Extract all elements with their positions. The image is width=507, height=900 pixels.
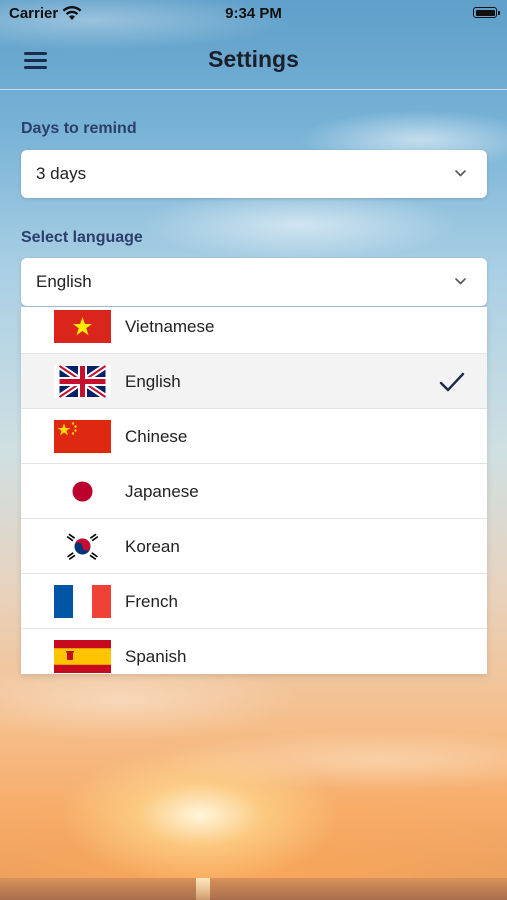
japan-flag-icon — [54, 475, 111, 508]
uk-flag-icon — [54, 365, 111, 398]
language-option-label: Korean — [125, 537, 180, 556]
sea-background — [0, 878, 507, 900]
language-option-korean[interactable]: Korean — [21, 519, 487, 574]
page-title: Settings — [208, 46, 299, 72]
days-to-remind-select[interactable]: 3 days — [21, 150, 487, 198]
chevron-down-icon — [455, 278, 466, 285]
days-to-remind-label: Days to remind — [21, 120, 137, 137]
clock: 9:34 PM — [225, 5, 282, 22]
language-option-japanese[interactable]: Japanese — [21, 464, 487, 519]
language-option-spanish[interactable]: Spanish — [21, 629, 487, 674]
language-option-label: Spanish — [125, 647, 187, 666]
language-option-label: Vietnamese — [125, 317, 215, 336]
france-flag-icon — [54, 585, 111, 618]
select-language-label: Select language — [21, 229, 143, 246]
checkmark-icon — [439, 372, 465, 392]
china-flag-icon — [54, 420, 111, 453]
language-option-english[interactable]: English — [21, 354, 487, 409]
vietnam-flag-icon — [54, 310, 111, 343]
korea-flag-icon — [54, 530, 111, 563]
language-option-label: Chinese — [125, 427, 188, 446]
language-option-label: French — [125, 592, 178, 611]
navigation-bar: Settings — [0, 28, 507, 90]
language-option-chinese[interactable]: Chinese — [21, 409, 487, 464]
language-select[interactable]: English — [21, 258, 487, 306]
days-to-remind-value: 3 days — [36, 164, 87, 183]
status-bar: Carrier 9:34 PM — [0, 0, 507, 28]
language-dropdown-list[interactable]: Vietnamese English Chinese Japanese Kore… — [21, 307, 487, 674]
language-option-french[interactable]: French — [21, 574, 487, 629]
spain-flag-icon — [54, 640, 111, 673]
language-value: English — [36, 272, 92, 291]
language-option-label: Japanese — [125, 482, 199, 501]
language-option-label: English — [125, 372, 181, 391]
chevron-down-icon — [455, 170, 466, 177]
language-option-vietnamese[interactable]: Vietnamese — [21, 307, 487, 354]
battery-icon — [473, 7, 500, 18]
